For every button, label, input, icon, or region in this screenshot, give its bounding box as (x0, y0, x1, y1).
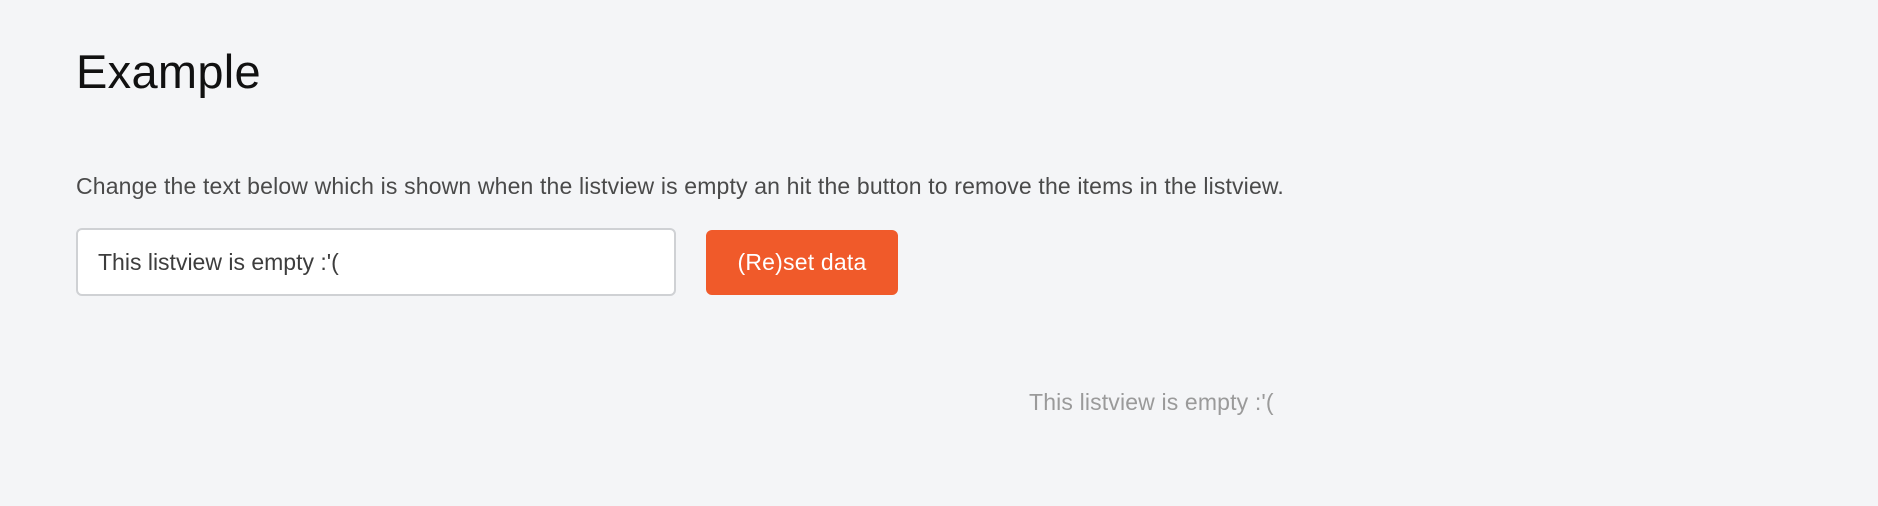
listview-empty-message: This listview is empty :'( (1029, 389, 1274, 415)
page-title: Example (76, 45, 261, 98)
controls-row: (Re)set data (76, 228, 898, 296)
example-page: Example Change the text below which is s… (0, 0, 1878, 506)
listview: This listview is empty :'( (76, 330, 1802, 480)
empty-text-input[interactable] (76, 228, 676, 296)
reset-data-button[interactable]: (Re)set data (706, 229, 898, 295)
instructions-text: Change the text below which is shown whe… (76, 173, 1284, 199)
